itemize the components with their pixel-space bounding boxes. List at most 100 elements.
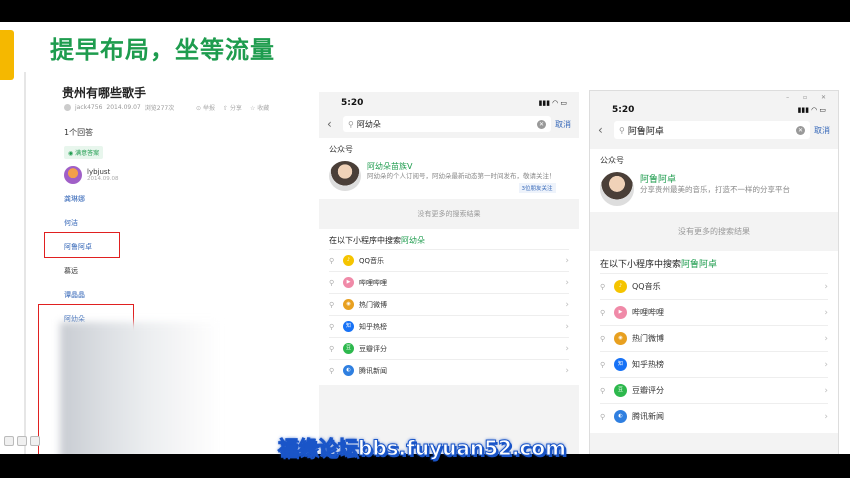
chevron-right-icon: › (824, 281, 828, 292)
back-icon[interactable]: ‹ (598, 123, 610, 137)
answer-item[interactable]: 龚琳娜 (64, 194, 85, 204)
search-icon: ⚲ (329, 366, 335, 375)
search-bar: ‹ ⚲ 阿鲁阿卓 ✕ 取消 (590, 119, 838, 141)
zhihu-icon: 知 (343, 321, 354, 333)
chevron-right-icon: › (824, 333, 828, 344)
status-bar: 5:20 ▮▮▮ ◠ ▭ (341, 98, 567, 108)
avatar[interactable] (64, 166, 82, 184)
window-controls[interactable]: – ▫ ✕ (786, 94, 832, 101)
chevron-right-icon: › (565, 277, 569, 288)
chevron-right-icon: › (824, 359, 828, 370)
account-result[interactable]: 阿鲁阿卓 分享贵州最美的音乐，打造不一样的分享平台 (600, 172, 828, 206)
pen-icon[interactable] (4, 436, 14, 446)
phone-screen-2: – ▫ ✕ 5:20 ▮▮▮ ◠ ▭ ‹ ⚲ 阿鲁阿卓 ✕ 取消 公众号 阿鲁阿… (589, 90, 839, 454)
answers-count: 1个回答 (64, 128, 94, 137)
mini-program-header: 在以下小程序中搜索阿鲁阿卓 (600, 260, 718, 270)
search-icon: ⚲ (600, 412, 606, 421)
question-author[interactable]: jack4756 (75, 104, 102, 111)
search-icon: ⚲ (329, 344, 335, 353)
title-accent-bar (0, 30, 14, 80)
list-item[interactable]: ⚲ ▶ 哔哩哔哩 › (329, 271, 569, 293)
slide: 提早布局，坐等流量 贵州有哪些歌手 jack4756 2014.09.07 浏览… (0, 22, 850, 454)
warning-icon: ⊙ (196, 105, 202, 112)
list-item[interactable]: ⚲ 知知乎热榜 › (329, 315, 569, 337)
account-avatar (329, 161, 361, 191)
cancel-button[interactable]: 取消 (814, 125, 830, 136)
search-icon: ⚲ (329, 278, 335, 287)
phone-screen-1: 5:20 ▮▮▮ ◠ ▭ ‹ ⚲ 阿幼朵 ✕ 取消 公众号 阿幼朵苗族V 阿幼朵… (319, 92, 579, 454)
best-answer-badge: ◉ 满意答案 (64, 146, 104, 159)
answer-item: 慕远 (64, 267, 78, 275)
search-icon: ⚲ (619, 125, 625, 135)
account-name: 阿幼朵苗族V (367, 162, 413, 171)
clear-icon[interactable]: ✕ (796, 125, 805, 135)
bilibili-icon: ▶ (343, 277, 354, 289)
search-icon: ⚲ (600, 386, 606, 395)
account-name: 阿鲁阿卓 (640, 175, 677, 185)
list-item[interactable]: ⚲ ◉ 热门微博 › (329, 293, 569, 315)
chevron-right-icon: › (565, 365, 569, 376)
weibo-icon: ◉ (614, 332, 627, 345)
list-item[interactable]: ⚲ ◐ 腾讯新闻 › (329, 359, 569, 381)
list-item[interactable]: ⚲ 豆豆瓣评分 › (600, 377, 828, 403)
list-item[interactable]: ⚲ ♪ QQ音乐 › (329, 249, 569, 271)
share-button[interactable]: ⇧ 分享 (223, 103, 242, 112)
slide-title: 提早布局，坐等流量 (50, 36, 275, 64)
mini-program-list: 在以下小程序中搜索阿幼朵 ⚲ ♪ QQ音乐 › ⚲ ▶ 哔哩哔哩 › ⚲ ◉ 热门微博 › ⚲ 知知… (319, 229, 579, 386)
settings-icon[interactable] (30, 436, 40, 446)
chevron-right-icon: › (565, 343, 569, 354)
account-avatar (600, 172, 634, 206)
cancel-button[interactable]: 取消 (555, 119, 571, 130)
mini-program-header: 在以下小程序中搜索阿幼朵 (329, 236, 425, 246)
favorite-button[interactable]: ☆ 收藏 (250, 103, 269, 112)
user-name: lybjust (87, 168, 111, 176)
share-icon: ⇧ (222, 105, 228, 112)
clear-icon[interactable]: ✕ (537, 119, 546, 129)
highlight-box (44, 232, 120, 258)
tencent-news-icon: ◐ (343, 365, 354, 377)
signal-wifi-battery-icon: ▮▮▮ ◠ ▭ (538, 99, 567, 107)
back-icon[interactable]: ‹ (327, 117, 339, 131)
search-icon: ⚲ (600, 360, 606, 369)
no-more-results: 没有更多的搜索结果 (417, 210, 481, 219)
search-icon: ⚲ (329, 256, 335, 265)
qq-music-icon: ♪ (343, 255, 354, 267)
answer-date: 2014.09.08 (87, 176, 119, 182)
douban-icon: 豆 (343, 343, 354, 355)
section-label: 公众号 (329, 145, 353, 154)
answer-user[interactable]: lybjust 2014.09.08 (64, 166, 119, 184)
search-icon: ⚲ (600, 282, 606, 291)
report-button[interactable]: ⊙ 举报 (196, 103, 215, 112)
question-actions: ⊙ 举报 ⇧ 分享 ☆ 收藏 (196, 103, 269, 112)
chevron-right-icon: › (565, 321, 569, 332)
bilibili-icon: ▶ (614, 306, 627, 319)
search-icon: ⚲ (348, 119, 354, 129)
list-item[interactable]: ⚲ ♪ QQ音乐 › (600, 273, 828, 299)
search-input[interactable]: ⚲ 阿鲁阿卓 ✕ (614, 121, 810, 139)
search-bar: ‹ ⚲ 阿幼朵 ✕ 取消 (319, 114, 579, 134)
blurred-region (60, 322, 220, 454)
save-icon[interactable] (17, 436, 27, 446)
friends-following-link[interactable]: 3位朋友关注 (518, 183, 556, 194)
answer-item[interactable]: 谭晶晶 (64, 290, 85, 300)
chevron-right-icon: › (824, 385, 828, 396)
answer-item[interactable]: 何洁 (64, 218, 78, 228)
list-item[interactable]: ⚲ ◉ 热门微博 › (600, 325, 828, 351)
chevron-right-icon: › (565, 299, 569, 310)
chevron-right-icon: › (824, 411, 828, 422)
qq-music-icon: ♪ (614, 280, 627, 293)
account-result[interactable]: 阿幼朵苗族V 阿幼朵的个人订阅号，阿幼朵最新动态第一时间发布，敬请关注！ 3位朋… (329, 161, 569, 194)
mini-program-list: 在以下小程序中搜索阿鲁阿卓 ⚲ ♪ QQ音乐 › ⚲ ▶ 哔哩哔哩 › ⚲ ◉ 热门微博 › ⚲ 知… (590, 251, 838, 433)
chevron-right-icon: › (824, 307, 828, 318)
search-input[interactable]: ⚲ 阿幼朵 ✕ (343, 116, 551, 132)
list-item[interactable]: ⚲ ▶ 哔哩哔哩 › (600, 299, 828, 325)
search-icon: ⚲ (600, 334, 606, 343)
list-item[interactable]: ⚲ 豆豆瓣评分 › (329, 337, 569, 359)
author-avatar-icon (64, 104, 71, 111)
search-icon: ⚲ (600, 308, 606, 317)
question-meta: jack4756 2014.09.07 浏览277次 (64, 103, 174, 112)
official-account-section: 公众号 阿鲁阿卓 分享贵州最美的音乐，打造不一样的分享平台 (590, 149, 838, 212)
list-item[interactable]: ⚲ ◐ 腾讯新闻 › (600, 403, 828, 429)
account-description: 分享贵州最美的音乐，打造不一样的分享平台 (640, 185, 790, 194)
list-item[interactable]: ⚲ 知知乎热榜 › (600, 351, 828, 377)
